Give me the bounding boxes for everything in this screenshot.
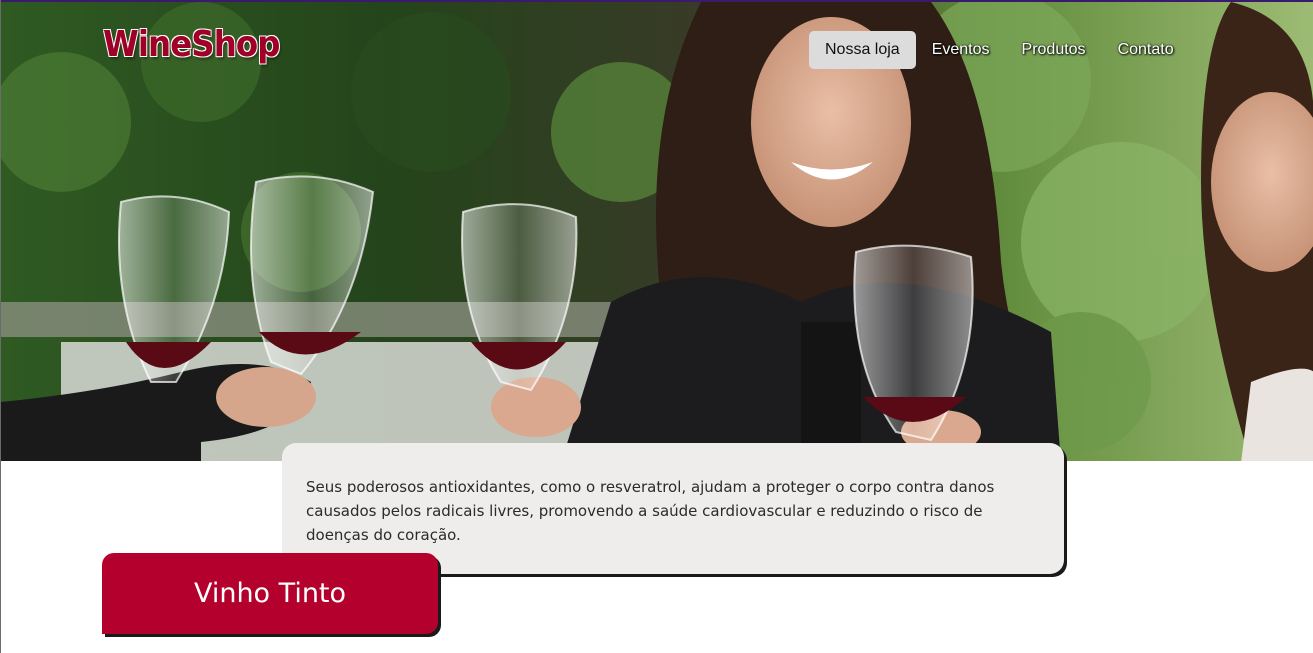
- nav-item-produtos[interactable]: Produtos: [1006, 31, 1102, 69]
- hero-photo: [1, 2, 1313, 461]
- product-label-button[interactable]: Vinho Tinto: [102, 553, 438, 634]
- nav-item-contato[interactable]: Contato: [1102, 31, 1190, 69]
- info-card-text: Seus poderosos antioxidantes, como o res…: [306, 478, 995, 544]
- product-label-text: Vinho Tinto: [193, 578, 347, 609]
- nav-item-eventos[interactable]: Eventos: [916, 31, 1006, 69]
- hero-image: WineShop Nossa loja Eventos Produtos Con…: [1, 0, 1313, 461]
- nav-item-nossa-loja[interactable]: Nossa loja: [809, 31, 916, 69]
- main-nav: Nossa loja Eventos Produtos Contato: [809, 31, 1190, 69]
- page: WineShop Nossa loja Eventos Produtos Con…: [0, 0, 1313, 653]
- brand-logo[interactable]: WineShop: [103, 24, 280, 65]
